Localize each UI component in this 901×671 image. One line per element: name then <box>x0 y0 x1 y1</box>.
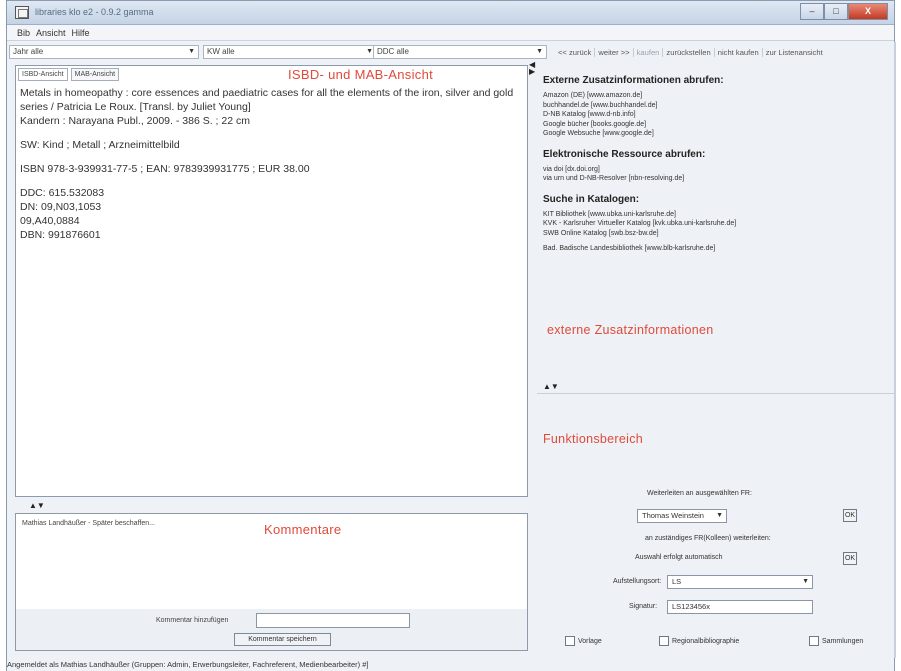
defer-button[interactable]: zurückstellen <box>663 48 715 57</box>
forward-button[interactable]: weiter >> <box>595 48 634 57</box>
forward-label: Weiterleiten an ausgewählten FR: <box>647 490 752 497</box>
maximize-button[interactable]: □ <box>824 3 848 20</box>
vertical-splitter-handle[interactable]: ◀ ▶ <box>529 61 535 76</box>
signature-input[interactable]: LS123456x <box>667 600 813 614</box>
location-select[interactable]: LS ▼ <box>667 575 813 589</box>
year-filter-value: Jahr alle <box>13 47 44 56</box>
ddc-filter-value: DDC alle <box>377 47 410 56</box>
tab-mab[interactable]: MAB-Ansicht <box>70 68 120 81</box>
menu-bib[interactable]: Bib <box>17 28 30 38</box>
record-publication: Kandern : Narayana Publ., 2009. - 386 S.… <box>20 115 250 127</box>
menu-bar: Bib Ansicht Hilfe <box>7 25 894 41</box>
external-info-pane: Externe Zusatzinformationen abrufen: Ama… <box>537 75 894 381</box>
view-heading: ISBD- und MAB-Ansicht <box>288 67 434 82</box>
checkbox-regionalbibliographie[interactable]: Regionalbibliographie <box>659 636 739 646</box>
save-comment-button[interactable]: Kommentar speichern <box>234 633 331 646</box>
link-blb[interactable]: Bad. Badische Landesbibliothek [www.blb-… <box>543 244 894 254</box>
record-title: Metals in homeopathy : core essences and… <box>20 87 514 113</box>
chevron-down-icon: ▼ <box>802 578 809 585</box>
minimize-button[interactable]: – <box>800 3 824 20</box>
checkbox-label: Sammlungen <box>822 637 864 645</box>
filter-bar: Jahr alle ▼ KW alle ▼ DDC alle ▼ << zurü… <box>7 42 894 61</box>
person-select[interactable]: Thomas Weinstein ▼ <box>637 509 727 523</box>
external-info-label: externe Zusatzinformationen <box>547 323 714 337</box>
comment-pane: Mathias Landhäußer - Später beschaffen..… <box>15 513 528 651</box>
record-view-pane: ISBD-Ansicht MAB-Ansicht ISBD- und MAB-A… <box>15 65 528 497</box>
record-dn: DN: 09,N03,1053 <box>20 201 102 213</box>
record-dn-2: 09,A40,0884 <box>20 215 80 227</box>
splitter-handle[interactable]: ▲▼ <box>29 501 45 510</box>
status-bar: Angemeldet als Mathias Landhäußer (Grupp… <box>7 658 894 671</box>
link-kit-library[interactable]: KIT Bibliothek [www.ubka.uni-karlsruhe.d… <box>543 210 894 220</box>
buy-button[interactable]: kaufen <box>634 48 664 57</box>
record-navigation: << zurück weiter >> kaufen zurückstellen… <box>555 46 826 59</box>
link-google-web[interactable]: Google Websuche [www.google.de] <box>543 129 894 139</box>
function-heading: Funktionsbereich <box>543 432 643 446</box>
record-subjects: SW: Kind ; Metall ; Arzneimittelbild <box>20 139 180 151</box>
location-label: Aufstellungsort: <box>613 578 662 585</box>
link-google-books[interactable]: Google bücher [books.google.de] <box>543 120 894 130</box>
comment-entry: Mathias Landhäußer - Später beschaffen..… <box>22 520 155 527</box>
dont-buy-button[interactable]: nicht kaufen <box>715 48 763 57</box>
chevron-down-icon: ▼ <box>536 48 543 55</box>
kw-filter-select[interactable]: KW alle ▼ <box>203 45 377 59</box>
checkbox-label: Vorlage <box>578 637 602 645</box>
checkbox-box[interactable] <box>809 636 819 646</box>
link-swb[interactable]: SWB Online Katalog [swb.bsz-bw.de] <box>543 229 894 239</box>
record-dbn: DBN: 991876601 <box>20 229 101 241</box>
title-bar: libraries klo e2 - 0.9.2 gamma – □ X <box>7 1 894 25</box>
link-buchhandel[interactable]: buchhandel.de [www.buchhandel.de] <box>543 101 894 111</box>
checkbox-vorlage[interactable]: Vorlage <box>565 636 602 646</box>
record-text: Metals in homeopathy : core essences and… <box>20 86 525 242</box>
window-controls: – □ X <box>800 3 888 21</box>
link-amazon[interactable]: Amazon (DE) [www.amazon.de] <box>543 91 894 101</box>
link-doi[interactable]: via doi [dx.doi.org] <box>543 165 894 175</box>
function-pane: Funktionsbereich Weiterleiten an ausgewä… <box>537 393 894 655</box>
back-button[interactable]: << zurück <box>555 48 596 57</box>
link-dnb[interactable]: D-NB Katalog [www.d-nb.info] <box>543 110 894 120</box>
responsible-label: an zuständiges FR(Kolleen) weiterleiten: <box>645 535 771 542</box>
tab-isbd[interactable]: ISBD-Ansicht <box>18 68 68 81</box>
close-button[interactable]: X <box>848 3 888 20</box>
menu-ansicht[interactable]: Ansicht <box>36 28 66 38</box>
location-select-value: LS <box>672 577 682 586</box>
menu-hilfe[interactable]: Hilfe <box>72 28 90 38</box>
chevron-down-icon: ▼ <box>366 48 373 55</box>
comment-add-label: Kommentar hinzufügen <box>156 617 229 624</box>
signature-label: Signatur: <box>629 603 658 610</box>
ddc-filter-select[interactable]: DDC alle ▼ <box>373 45 547 59</box>
forward-ok-button[interactable]: OK <box>843 509 857 522</box>
year-filter-select[interactable]: Jahr alle ▼ <box>9 45 199 59</box>
checkbox-label: Regionalbibliographie <box>672 637 740 645</box>
app-window: libraries klo e2 - 0.9.2 gamma – □ X Bib… <box>6 0 896 671</box>
checkbox-sammlungen[interactable]: Sammlungen <box>809 636 863 646</box>
window-title: libraries klo e2 - 0.9.2 gamma <box>35 7 154 17</box>
comment-input[interactable] <box>256 613 410 628</box>
link-urn-resolver[interactable]: via urn und D-NB-Resolver [nbn-resolving… <box>543 174 894 184</box>
chevron-down-icon: ▼ <box>716 512 723 519</box>
view-tabs: ISBD-Ansicht MAB-Ansicht <box>18 68 120 81</box>
comment-form: Kommentar hinzufügen Kommentar speichern <box>16 609 527 650</box>
catalog-search-title: Suche in Katalogen: <box>543 193 640 205</box>
comment-heading: Kommentare <box>264 522 342 537</box>
right-edge-scrollbar[interactable] <box>894 42 896 658</box>
link-kvk[interactable]: KVK - Karlsruher Virtueller Katalog [kvk… <box>543 219 894 229</box>
right-splitter-handle[interactable]: ▲▼ <box>543 382 559 391</box>
list-view-button[interactable]: zur Listenansicht <box>763 48 826 57</box>
chevron-down-icon: ▼ <box>188 48 195 55</box>
external-info-title: Externe Zusatzinformationen abrufen: <box>543 75 724 86</box>
kw-filter-value: KW alle <box>207 47 235 56</box>
auto-selection-label: Auswahl erfolgt automatisch <box>635 554 723 561</box>
checkbox-box[interactable] <box>659 636 669 646</box>
checkbox-box[interactable] <box>565 636 575 646</box>
auto-ok-button[interactable]: OK <box>843 552 857 565</box>
record-isbn: ISBN 978-3-939931-77-5 ; EAN: 9783939931… <box>20 163 310 175</box>
person-select-value: Thomas Weinstein <box>642 511 704 520</box>
record-ddc: DDC: 615.532083 <box>20 187 105 199</box>
electronic-resource-title: Elektronische Ressource abrufen: <box>543 148 706 160</box>
app-icon <box>15 6 29 19</box>
